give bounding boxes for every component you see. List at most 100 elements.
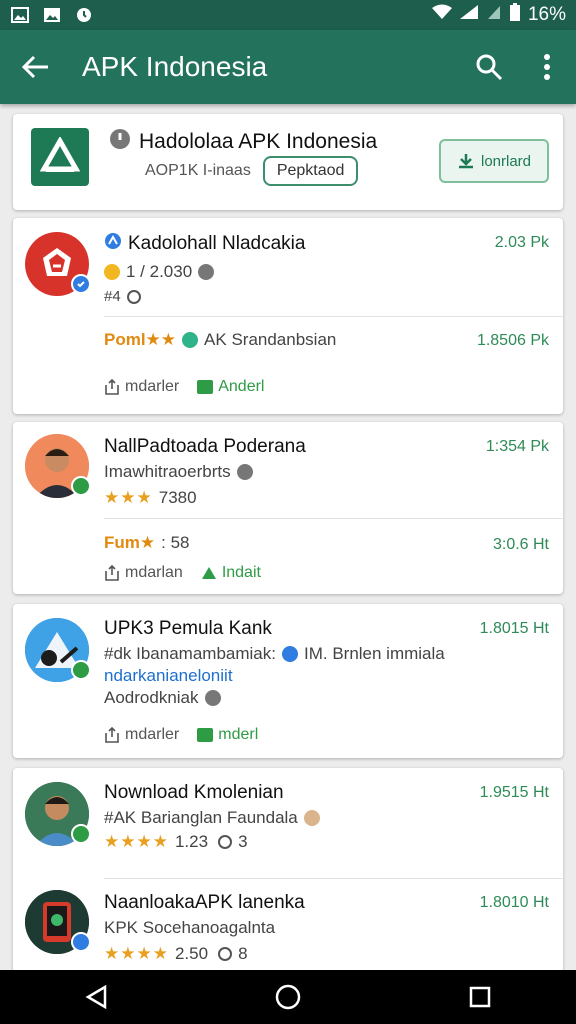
globe-icon — [236, 464, 253, 480]
rating-count: 7380 — [158, 488, 197, 507]
share-button[interactable]: mdarlan — [104, 564, 183, 582]
divider — [104, 878, 563, 879]
app-size: 1.8010 Ht — [479, 894, 549, 911]
navigation-bar — [0, 970, 576, 1024]
globe-icon — [204, 690, 221, 706]
app-size: 1.8015 Ht — [479, 620, 549, 637]
leaf-icon — [182, 332, 199, 348]
app-title: NallPadtoada Poderana — [104, 436, 306, 457]
search-button[interactable] — [460, 30, 518, 104]
divider — [104, 518, 563, 519]
page-title: APK Indonesia — [82, 51, 268, 82]
apk-logo-icon — [31, 128, 89, 186]
face-icon — [303, 810, 320, 826]
verified-badge-icon — [71, 932, 91, 952]
app-subtitle: #dk Ibanamambamiak: — [104, 644, 276, 663]
rating-stars: ★★★★ — [104, 944, 169, 963]
app-list[interactable]: Hadololaa APK Indonesia AOP1K I-inaas Pe… — [0, 104, 576, 970]
divider — [104, 316, 563, 317]
app-subtitle: KPK Socehanoagalnta — [104, 918, 276, 937]
app-subtitle-secondary: IM. Brnlen immiala — [303, 644, 445, 663]
gallery-icon — [10, 6, 30, 24]
verified-badge-icon — [71, 824, 91, 844]
share-button[interactable]: mdarler — [104, 378, 179, 396]
android-icon — [197, 728, 214, 742]
android-icon — [201, 567, 216, 579]
triangle-back-icon — [85, 985, 107, 1009]
back-button[interactable] — [0, 30, 72, 104]
share-button[interactable]: mdarler — [104, 726, 179, 744]
app-icon — [25, 890, 91, 954]
overflow-menu-button[interactable] — [518, 30, 576, 104]
app-size: 2.03 Pk — [494, 234, 549, 251]
clock-icon — [126, 289, 141, 304]
app-subtitle: Imawhitraoerbrts — [104, 462, 231, 481]
download-icon — [458, 154, 473, 169]
install-button[interactable]: mderl — [197, 726, 258, 744]
featured-pill-button[interactable]: Pepktaod — [262, 156, 359, 186]
list-item[interactable]: UPK3 Pemula Kank 1.8015 Ht #dk Ibanamamb… — [13, 604, 563, 758]
share-icon — [105, 727, 119, 743]
clock-icon — [218, 835, 233, 849]
install-button[interactable]: Anderl — [197, 378, 264, 396]
app-link[interactable]: ndarkanianeloniit — [104, 666, 233, 686]
featured-download-label: lonrlard — [480, 152, 532, 170]
app-rating-label: Poml★★ — [104, 330, 177, 349]
install-button[interactable]: Indait — [201, 564, 261, 582]
app-title: Kadolohall Nladcakia — [128, 233, 306, 254]
verified-badge-icon — [71, 476, 91, 496]
extra-count: 3 — [238, 832, 248, 851]
info-icon — [109, 128, 131, 155]
search-icon — [476, 54, 503, 81]
globe-icon — [198, 264, 215, 280]
featured-download-button[interactable]: lonrlard — [439, 139, 549, 183]
verified-badge-icon — [71, 660, 91, 680]
nav-home-button[interactable] — [248, 970, 328, 1024]
app-developer: Aodrodkniak — [104, 688, 199, 707]
featured-subtitle: AOP1K I-inaas — [145, 162, 251, 179]
square-recents-icon — [469, 986, 491, 1008]
share-icon — [105, 565, 119, 581]
back-arrow-icon — [22, 55, 48, 79]
featured-title: Hadololaa APK Indonesia — [139, 129, 378, 153]
nav-back-button[interactable] — [56, 970, 136, 1024]
app-size-secondary: 1.8506 Pk — [476, 332, 549, 349]
android-icon — [197, 380, 214, 394]
extra-count: 8 — [238, 944, 248, 963]
app-title: NaanloakaAPK lanenka — [104, 892, 305, 913]
image-icon — [42, 6, 62, 24]
coin-icon — [104, 264, 120, 280]
app-meta: 1 / 2.030 — [126, 262, 193, 281]
circle-home-icon — [275, 984, 301, 1010]
battery-icon — [509, 3, 520, 27]
rating-count: 2.50 — [174, 944, 209, 963]
app-meta-secondary: #4 — [104, 288, 121, 305]
share-icon — [105, 379, 119, 395]
battery-percent: 16% — [527, 4, 566, 25]
signal-icon — [459, 4, 480, 26]
list-item[interactable]: Kadolohall Nladcakia 2.03 Pk 1 / 2.030 #… — [13, 218, 563, 414]
app-rating-label: Fum★ — [104, 533, 156, 552]
clock-icon — [218, 947, 233, 961]
rating-count: 1.23 — [174, 832, 209, 851]
avatar — [25, 782, 91, 846]
app-size: 1:354 Pk — [485, 438, 549, 455]
app-icon — [25, 618, 91, 682]
more-vert-icon — [544, 54, 550, 80]
verified-badge-icon — [71, 274, 91, 294]
wifi-icon — [431, 4, 452, 26]
status-bar: 16% — [0, 0, 576, 30]
nav-recents-button[interactable] — [440, 970, 520, 1024]
rating-stars: ★★★★ — [104, 832, 169, 851]
app-bar: APK Indonesia — [0, 30, 576, 104]
signal-bars-icon — [487, 4, 502, 26]
app-size: 1.9515 Ht — [479, 784, 549, 801]
app-icon — [25, 232, 91, 296]
list-item[interactable]: NallPadtoada Poderana 1:354 Pk Imawhitra… — [13, 422, 563, 594]
featured-card[interactable]: Hadololaa APK Indonesia AOP1K I-inaas Pe… — [13, 114, 563, 210]
app-rating-value: : 58 — [161, 533, 190, 552]
app-size-secondary: 3:0.6 Ht — [492, 536, 549, 553]
app-type-icon — [104, 232, 122, 256]
app-subtitle: #AK Barianglan Faundala — [104, 808, 298, 827]
rating-stars: ★★★ — [104, 488, 153, 507]
